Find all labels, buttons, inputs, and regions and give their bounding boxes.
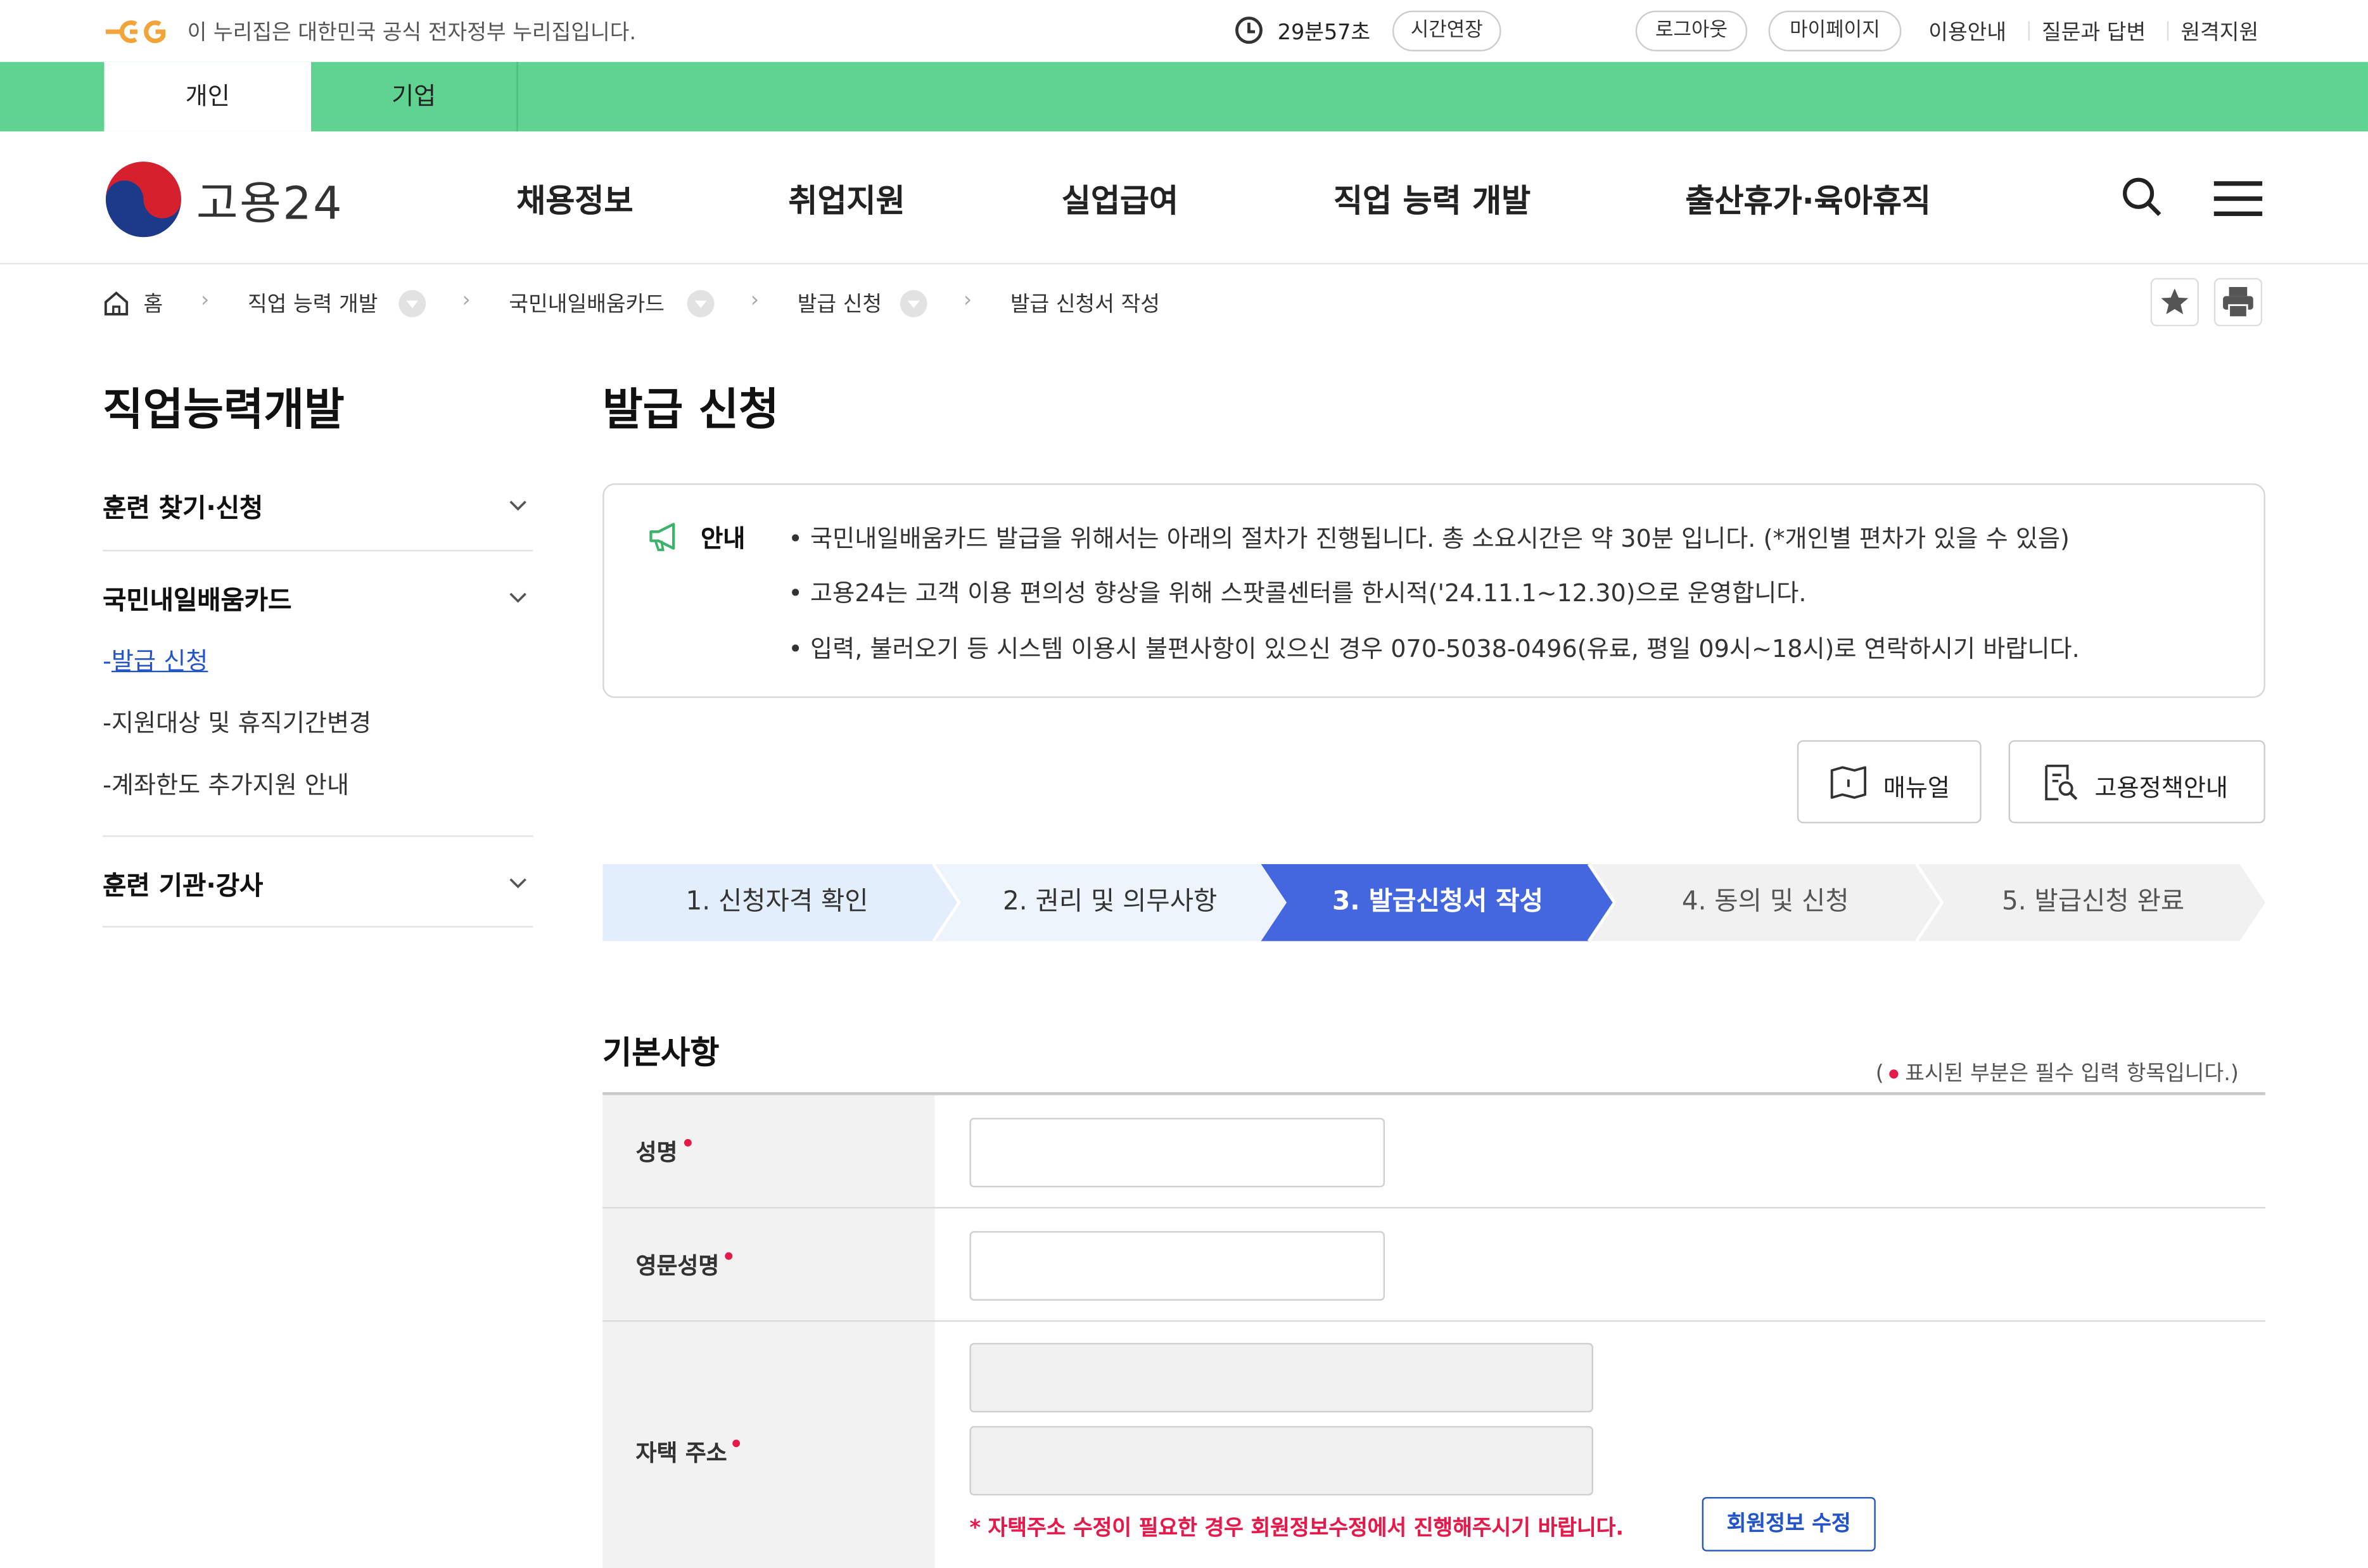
- address-line1-field: [969, 1342, 1594, 1413]
- user-type-bar: 개인 기업: [0, 61, 2368, 132]
- divider: [103, 549, 533, 552]
- egov-logo-icon: [105, 20, 166, 44]
- breadcrumb-item[interactable]: 직업 능력 개발: [248, 288, 378, 319]
- sidebar-section-training-institutions[interactable]: 훈련 기관·강사: [103, 864, 263, 902]
- gov-banner: 이 누리집은 대한민국 공식 전자정부 누리집입니다. 29분57초 시간연장 …: [0, 0, 2368, 62]
- section-title: 기본사항: [602, 1035, 720, 1071]
- step-2: 2. 권리 및 의무사항: [1002, 886, 1218, 917]
- logout-button[interactable]: 로그아웃: [1635, 10, 1748, 52]
- required-dot-icon: [725, 1252, 733, 1260]
- required-note: (표시된 부분은 필수 입력 항목입니다.): [1875, 1062, 2239, 1087]
- util-link-guide[interactable]: 이용안내: [1928, 16, 2006, 47]
- gov-banner-text: 이 누리집은 대한민국 공식 전자정부 누리집입니다.: [187, 21, 637, 46]
- notice-item: • 고용24는 고객 이용 편의성 향상을 위해 스팟콜센터를 한시적('24.…: [788, 578, 1807, 608]
- breadcrumb-item[interactable]: 발급 신청: [798, 288, 882, 319]
- divider: [2028, 21, 2030, 41]
- policy-button-label: 고용정책안내: [2094, 773, 2229, 803]
- menu-employment-support[interactable]: 취업지원: [788, 177, 905, 222]
- edit-member-info-button[interactable]: 회원정보 수정: [1702, 1496, 1876, 1552]
- tab-business[interactable]: 기업: [311, 61, 518, 132]
- name-label: 성명: [636, 1136, 691, 1168]
- field-label-cell: 영문성명: [602, 1208, 935, 1322]
- page: 이 누리집은 대한민국 공식 전자정부 누리집입니다. 29분57초 시간연장 …: [0, 0, 2368, 1568]
- mypage-button[interactable]: 마이페이지: [1768, 10, 1902, 52]
- sidebar-item-issue-application[interactable]: -발급 신청: [103, 641, 208, 677]
- required-dot-icon: [1890, 1069, 1899, 1079]
- menu-parental-leave[interactable]: 출산휴가·육아휴직: [1685, 177, 1930, 222]
- tab-individual[interactable]: 개인: [104, 61, 312, 132]
- notice-item: • 국민내일배움카드 발급을 위해서는 아래의 절차가 진행됩니다. 총 소요시…: [788, 524, 2070, 553]
- step-1: 1. 신청자격 확인: [685, 886, 869, 917]
- star-icon: [2161, 288, 2189, 314]
- site-header: 고용24 채용정보 취업지원 실업급여 직업 능력 개발 출산휴가·육아휴직: [0, 131, 2368, 265]
- step-3-current: 3. 발급신청서 작성: [1332, 886, 1543, 917]
- field-label-cell: 성명: [602, 1095, 935, 1209]
- english-name-input[interactable]: [969, 1231, 1385, 1301]
- sidebar-title: 직업능력개발: [103, 383, 345, 435]
- sidebar-item-label: 계좌한도 추가지원 안내: [111, 770, 350, 800]
- address-line2-field: [969, 1425, 1594, 1496]
- search-icon[interactable]: [2120, 175, 2163, 218]
- breadcrumb-separator-icon: ›: [750, 288, 760, 313]
- menu-jobs[interactable]: 채용정보: [516, 177, 633, 222]
- notice-item: • 입력, 불러오기 등 시스템 이용시 불편사항이 있으신 경우 070-50…: [788, 634, 2080, 663]
- document-search-icon: [2045, 764, 2078, 801]
- sidebar-section-training-search[interactable]: 훈련 찾기·신청: [103, 487, 263, 525]
- step-5: 5. 발급신청 완료: [2002, 886, 2185, 917]
- breadcrumb-item[interactable]: 국민내일배움카드: [509, 288, 665, 319]
- home-icon[interactable]: [103, 290, 130, 317]
- brand-name[interactable]: 고용24: [196, 166, 343, 233]
- sidebar-item-eligibility-change[interactable]: -지원대상 및 휴직기간변경: [103, 703, 371, 739]
- progress-steps: 1. 신청자격 확인 2. 권리 및 의무사항 3. 발급신청서 작성 4. 동…: [602, 864, 2265, 941]
- notice-label: 안내: [701, 524, 746, 553]
- breadcrumb-current: 발급 신청서 작성: [1010, 293, 1160, 317]
- chevron-down-icon[interactable]: [509, 588, 527, 606]
- chevron-down-icon[interactable]: [509, 873, 527, 891]
- megaphone-icon: [649, 523, 675, 551]
- required-dot-icon: [733, 1439, 741, 1448]
- util-link-faq[interactable]: 질문과 답변: [2042, 16, 2146, 47]
- print-button[interactable]: [2213, 277, 2263, 327]
- page-title: 발급 신청: [602, 383, 779, 435]
- manual-button-label: 매뉴얼: [1883, 773, 1951, 803]
- util-link-remote-support[interactable]: 원격지원: [2180, 16, 2258, 47]
- field-label-cell: 자택 주소: [602, 1322, 935, 1568]
- session-timer: 29분57초: [1277, 21, 1371, 46]
- bookmark-button[interactable]: [2150, 277, 2199, 327]
- clock-icon: [1235, 16, 1263, 44]
- breadcrumb-separator-icon: ›: [963, 288, 972, 313]
- sidebar-item-label: 발급 신청: [111, 646, 208, 675]
- menu-skills-development[interactable]: 직업 능력 개발: [1334, 177, 1531, 222]
- divider: [103, 926, 533, 928]
- breadcrumb-home[interactable]: 홈: [143, 288, 163, 319]
- sidebar-item-label: 지원대상 및 휴직기간변경: [111, 708, 372, 737]
- book-icon: [1830, 766, 1867, 799]
- basic-info-form: 성명 영문성명 자택 주소 * 자택주소 수정이 필요한 경우 회원정보수정에서…: [602, 1092, 2265, 1568]
- name-input[interactable]: [969, 1118, 1385, 1188]
- chevron-down-icon[interactable]: [398, 290, 426, 317]
- required-dot-icon: [683, 1138, 691, 1147]
- breadcrumb-separator-icon: ›: [201, 288, 210, 313]
- extend-session-button[interactable]: 시간연장: [1392, 10, 1501, 52]
- address-edit-note: * 자택주소 수정이 필요한 경우 회원정보수정에서 진행해주시기 바랍니다.: [969, 1516, 1624, 1541]
- sidebar-item-limit-support[interactable]: -계좌한도 추가지원 안내: [103, 765, 349, 801]
- chevron-down-icon[interactable]: [687, 290, 715, 317]
- chevron-down-icon[interactable]: [900, 290, 927, 317]
- address-label: 자택 주소: [636, 1437, 741, 1469]
- english-name-label: 영문성명: [636, 1249, 733, 1281]
- taegeuk-logo-icon[interactable]: [105, 162, 182, 238]
- employment-policy-button[interactable]: 고용정책안내: [2008, 740, 2265, 824]
- sidebar-section-learning-card[interactable]: 국민내일배움카드: [103, 578, 291, 616]
- printer-icon: [2223, 287, 2253, 319]
- divider: [103, 835, 533, 837]
- menu-unemployment-benefit[interactable]: 실업급여: [1062, 177, 1178, 222]
- divider: [2167, 21, 2169, 41]
- breadcrumb-separator-icon: ›: [462, 288, 471, 313]
- menu-hamburger-icon[interactable]: [2213, 181, 2263, 217]
- chevron-down-icon[interactable]: [509, 495, 527, 514]
- step-4: 4. 동의 및 신청: [1681, 886, 1849, 917]
- manual-button[interactable]: 매뉴얼: [1797, 740, 1982, 824]
